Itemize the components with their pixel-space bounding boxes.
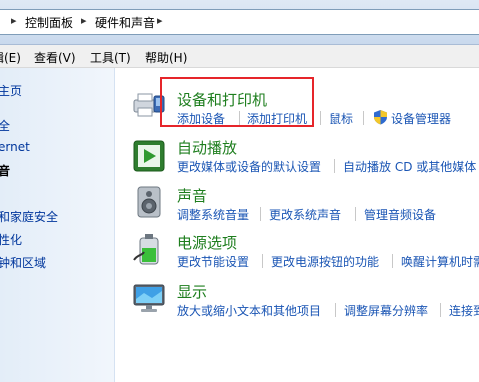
link-manage-audio-devices[interactable]: 管理音频设备 [364, 206, 436, 223]
link-separator [392, 254, 393, 268]
breadcrumb-control-panel[interactable]: 控制面板 [25, 14, 73, 31]
nav-family-safety[interactable]: 和家庭安全 [0, 208, 58, 225]
control-panel-window: ▸ 控制面板 ▸ 硬件和声音 ▸ 编辑(E) 查看(V) 工具(T) 帮助(H)… [0, 0, 479, 382]
nav-appearance[interactable]: 性化 [0, 231, 22, 248]
highlight-box [160, 77, 314, 127]
link-device-manager[interactable]: 设备管理器 [391, 110, 451, 127]
link-text-size[interactable]: 放大或缩小文本和其他项目 [177, 302, 321, 319]
nav-clock-region[interactable]: 钟和区域 [0, 254, 46, 271]
link-change-system-sounds[interactable]: 更改系统声音 [269, 206, 341, 223]
link-separator [355, 207, 356, 221]
link-change-power-buttons[interactable]: 更改电源按钮的功能 [271, 253, 379, 270]
link-change-media-defaults[interactable]: 更改媒体或设备的默认设置 [177, 158, 321, 175]
link-separator [320, 111, 321, 125]
nav-network-internet[interactable]: ernet [0, 140, 30, 154]
nav-home[interactable]: 主页 [0, 82, 22, 99]
chevron-right-icon[interactable]: ▸ [157, 14, 163, 27]
battery-icon[interactable] [132, 232, 166, 266]
chevron-right-icon[interactable]: ▸ [81, 14, 87, 27]
speaker-icon[interactable] [132, 185, 166, 219]
breadcrumb-hardware-sound[interactable]: 硬件和声音 [95, 14, 155, 31]
category-title-sound[interactable]: 声音 [177, 185, 207, 206]
link-separator [363, 111, 364, 125]
link-autoplay-cd[interactable]: 自动播放 CD 或其他媒体 [343, 158, 476, 175]
autoplay-icon[interactable] [132, 139, 166, 173]
menu-tools[interactable]: 工具(T) [90, 49, 131, 66]
link-separator [260, 207, 261, 221]
menu-bar: 编辑(E) 查看(V) 工具(T) 帮助(H) [0, 45, 479, 68]
link-connect-projector[interactable]: 连接到 [449, 302, 479, 319]
left-nav-pane [0, 68, 115, 382]
category-title-autoplay[interactable]: 自动播放 [177, 137, 237, 158]
link-adjust-volume[interactable]: 调整系统音量 [177, 206, 249, 223]
category-title-display[interactable]: 显示 [177, 281, 207, 302]
address-bar: ▸ 控制面板 ▸ 硬件和声音 ▸ [0, 0, 479, 45]
nav-system-security[interactable]: 全 [0, 117, 10, 134]
chevron-right-icon[interactable]: ▸ [11, 14, 17, 27]
category-title-power-options[interactable]: 电源选项 [177, 232, 237, 253]
link-separator [334, 159, 335, 173]
link-screen-resolution[interactable]: 调整屏幕分辨率 [344, 302, 428, 319]
monitor-icon[interactable] [132, 281, 166, 315]
menu-help[interactable]: 帮助(H) [145, 49, 187, 66]
menu-view[interactable]: 查看(V) [34, 49, 76, 66]
link-separator [335, 303, 336, 317]
link-separator [262, 254, 263, 268]
menu-edit[interactable]: 编辑(E) [0, 49, 21, 66]
link-mouse[interactable]: 鼠标 [329, 110, 353, 127]
nav-hardware-sound[interactable]: 音 [0, 162, 10, 179]
link-change-power-saving[interactable]: 更改节能设置 [177, 253, 249, 270]
link-wake-password[interactable]: 唤醒计算机时需 [401, 253, 479, 270]
uac-shield-icon [374, 110, 387, 125]
address-box[interactable]: ▸ 控制面板 ▸ 硬件和声音 ▸ [0, 9, 479, 35]
link-separator [440, 303, 441, 317]
